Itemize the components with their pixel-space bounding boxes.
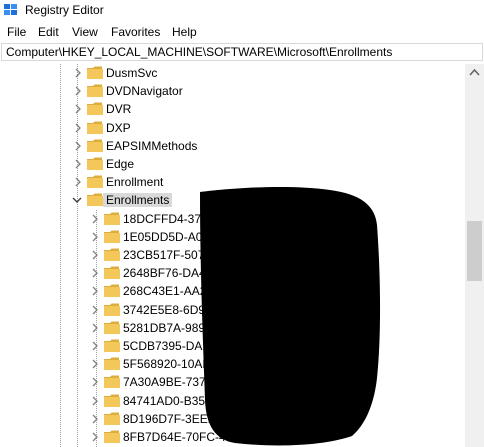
redaction-scribble (200, 186, 381, 446)
